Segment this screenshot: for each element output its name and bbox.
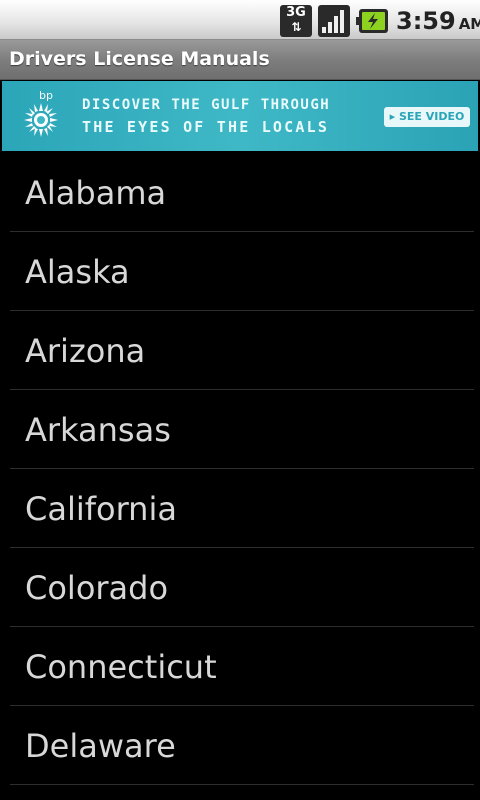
app-title: Drivers License Manuals	[9, 48, 270, 70]
signal-strength-icon	[318, 5, 350, 37]
list-item-arizona[interactable]: Arizona	[10, 311, 474, 390]
clock-ampm: AM	[458, 15, 480, 33]
clock-time: 3:59	[396, 7, 456, 35]
list-item-arkansas[interactable]: Arkansas	[10, 390, 474, 469]
list-item-colorado[interactable]: Colorado	[10, 548, 474, 627]
list-item-label: Alaska	[25, 253, 130, 291]
list-item-label: Colorado	[25, 569, 169, 607]
list-item-label: Arkansas	[25, 411, 171, 449]
list-item-label: California	[25, 490, 177, 528]
bp-helios-logo-icon	[24, 103, 58, 137]
status-bar: 3G ⇅ 3:59 AM	[0, 0, 480, 40]
ad-banner[interactable]: bp DISCOVER THE GULF THROUGH THE EYES OF…	[2, 81, 478, 151]
list-item-alabama[interactable]: Alabama	[10, 153, 474, 232]
list-item-label: Connecticut	[25, 648, 217, 686]
app-title-bar: Drivers License Manuals	[0, 40, 480, 80]
ad-headline-line-2: THE EYES OF THE LOCALS	[82, 118, 330, 136]
see-video-button[interactable]: ▸ SEE VIDEO	[384, 107, 470, 127]
list-item-connecticut[interactable]: Connecticut	[10, 627, 474, 706]
list-item-label: Alabama	[25, 174, 167, 212]
list-item-alaska[interactable]: Alaska	[10, 232, 474, 311]
list-item-label: Arizona	[25, 332, 146, 370]
list-item-delaware[interactable]: Delaware	[10, 706, 474, 785]
list-item-label: Delaware	[25, 727, 176, 765]
ad-headline-line-1: DISCOVER THE GULF THROUGH	[82, 97, 331, 113]
data-activity-arrows: ⇅	[291, 20, 301, 34]
clock: 3:59 AM	[396, 6, 480, 36]
battery-charging-icon	[356, 8, 389, 34]
state-list: Alabama Alaska Arizona Arkansas Californ…	[0, 153, 480, 785]
3g-data-icon: 3G ⇅	[280, 5, 312, 37]
list-item-california[interactable]: California	[10, 469, 474, 548]
network-type-label: 3G	[286, 5, 306, 20]
